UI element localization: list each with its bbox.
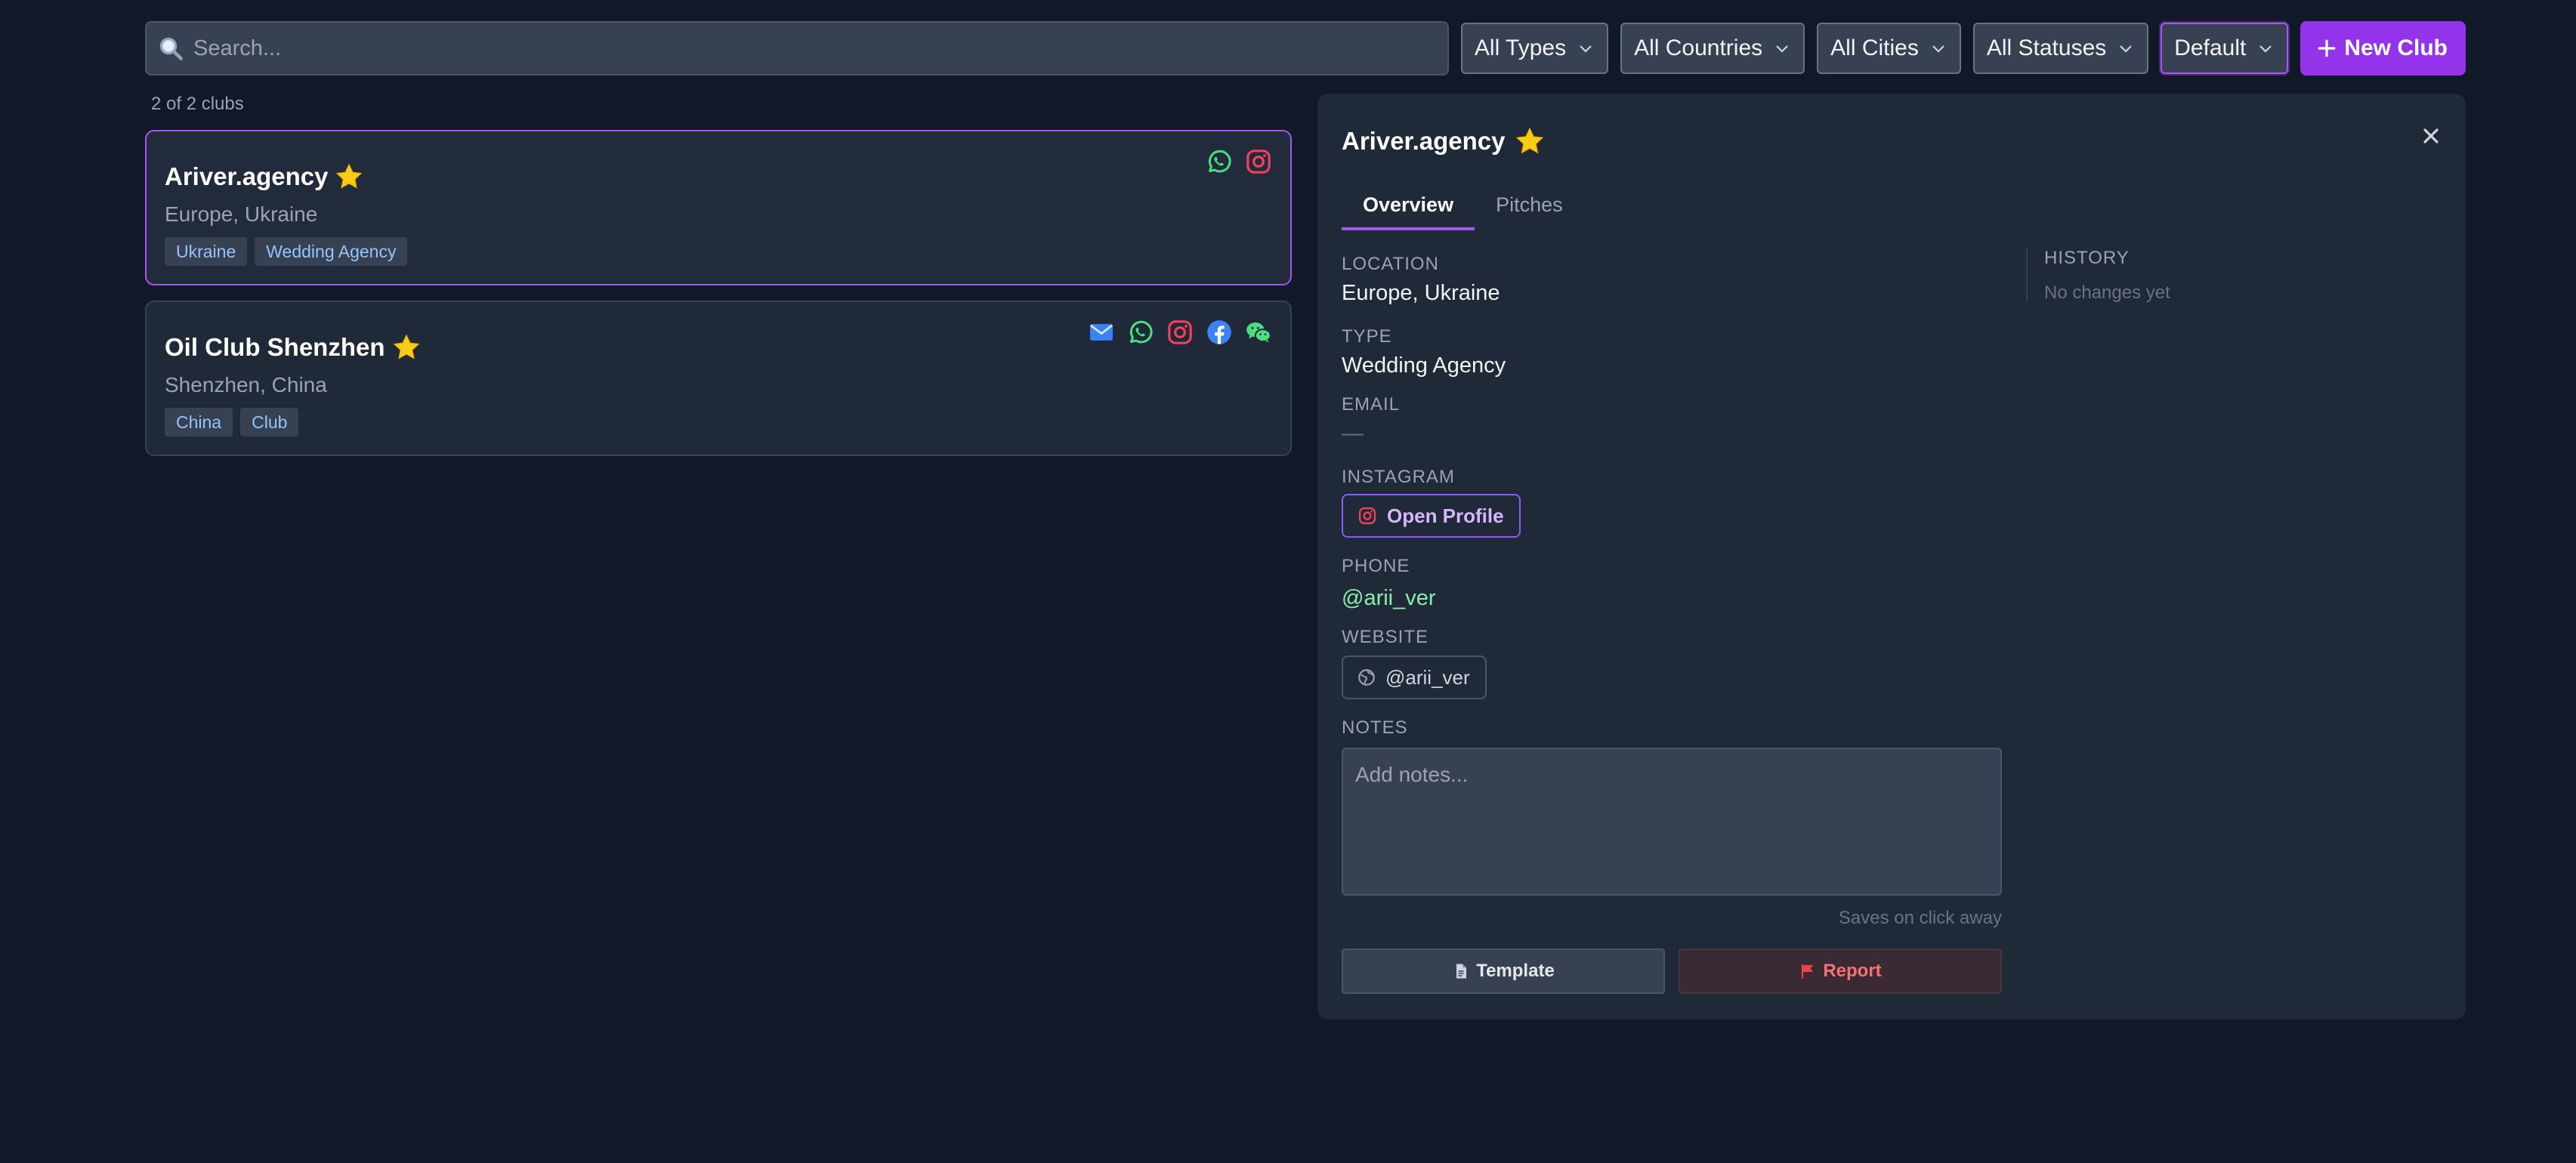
type-filter-label: All Types xyxy=(1474,35,1567,60)
type-filter-select[interactable]: All Types xyxy=(1460,23,1609,74)
tab-pitches[interactable]: Pitches xyxy=(1475,184,1584,230)
chevron-down-icon xyxy=(1776,45,1788,53)
history-label: HISTORY xyxy=(2044,248,2130,268)
country-filter-label: All Countries xyxy=(1634,35,1763,60)
instagram-label: INSTAGRAM xyxy=(1342,467,1455,487)
type-tag: Wedding Agency xyxy=(255,237,408,266)
whatsapp-icon[interactable] xyxy=(1204,147,1234,177)
detail-title-row: Ariver.agency xyxy=(1342,125,1546,157)
country-filter-select[interactable]: All Countries xyxy=(1620,23,1805,74)
email-label: EMAIL xyxy=(1342,394,1401,415)
chevron-down-icon xyxy=(2120,45,2133,53)
website-label: WEBSITE xyxy=(1342,627,1429,647)
email-value: — xyxy=(1342,421,1364,446)
type-value: Wedding Agency xyxy=(1342,353,1506,378)
sort-select[interactable]: Default xyxy=(2161,23,2289,74)
status-filter-select[interactable]: All Statuses xyxy=(1972,23,2149,74)
type-label: TYPE xyxy=(1342,326,1392,347)
star-icon[interactable] xyxy=(391,332,422,362)
tab-overview[interactable]: Overview xyxy=(1342,184,1475,230)
facebook-icon[interactable] xyxy=(1204,317,1234,347)
location-value: Europe, Ukraine xyxy=(1342,281,1500,305)
document-icon xyxy=(1456,964,1467,979)
club-card[interactable]: Ariver.agency Europe, Ukraine Ukraine We… xyxy=(145,130,1292,285)
sort-label: Default xyxy=(2174,35,2247,60)
status-filter-label: All Statuses xyxy=(1986,35,2107,60)
club-tags: China Club xyxy=(165,408,306,437)
location-label: LOCATION xyxy=(1342,254,1439,274)
detail-tabs: Overview Pitches xyxy=(1342,184,1584,230)
chevron-down-icon xyxy=(1932,45,1944,53)
instagram-icon[interactable] xyxy=(1165,317,1195,347)
club-location: Shenzhen, China xyxy=(165,373,327,396)
template-label: Template xyxy=(1476,961,1555,981)
club-name-row: Ariver.agency xyxy=(165,162,364,192)
club-location: Europe, Ukraine xyxy=(165,202,318,226)
toolbar: All Types All Countries All Cities All S… xyxy=(145,21,2466,76)
website-value: @arii_ver xyxy=(1385,665,1470,689)
search-bar xyxy=(145,21,1449,76)
club-name: Ariver.agency xyxy=(165,162,329,190)
search-icon xyxy=(159,37,183,60)
club-tags: Ukraine Wedding Agency xyxy=(165,237,415,266)
detail-panel: Ariver.agency Overview Pitches LOCATION … xyxy=(1317,94,2466,1020)
club-name: Oil Club Shenzhen xyxy=(165,333,385,361)
instagram-icon xyxy=(1358,507,1376,525)
city-filter-select[interactable]: All Cities xyxy=(1817,23,1961,74)
app-root: All Types All Countries All Cities All S… xyxy=(0,0,2576,1163)
wechat-icon[interactable] xyxy=(1243,317,1274,347)
report-label: Report xyxy=(1823,961,1882,981)
country-tag: China xyxy=(165,408,233,437)
result-count: 2 of 2 clubs xyxy=(151,94,244,114)
search-input[interactable] xyxy=(147,22,1447,75)
globe-icon xyxy=(1358,669,1375,686)
phone-label: PHONE xyxy=(1342,556,1410,576)
contact-icons xyxy=(1077,317,1274,347)
phone-value[interactable]: @arii_ver xyxy=(1342,586,1436,611)
history-empty-text: No changes yet xyxy=(2044,282,2170,303)
notes-textarea[interactable] xyxy=(1342,748,2002,896)
plus-icon xyxy=(2318,39,2336,57)
instagram-icon[interactable] xyxy=(1243,147,1274,177)
chevron-down-icon xyxy=(1580,45,1592,53)
contact-icons xyxy=(1195,147,1274,177)
star-icon[interactable] xyxy=(1514,125,1546,157)
type-tag: Club xyxy=(240,408,299,437)
city-filter-label: All Cities xyxy=(1830,35,1919,60)
email-icon[interactable] xyxy=(1086,317,1117,347)
notes-label: NOTES xyxy=(1342,717,1408,738)
report-button[interactable]: Report xyxy=(1679,949,2002,994)
club-name-row: Oil Club Shenzhen xyxy=(165,332,422,362)
open-profile-label: Open Profile xyxy=(1387,504,1504,527)
whatsapp-icon[interactable] xyxy=(1126,317,1156,347)
open-instagram-profile-button[interactable]: Open Profile xyxy=(1342,494,1521,538)
new-club-label: New Club xyxy=(2344,35,2448,60)
chevron-down-icon xyxy=(2259,45,2272,53)
flag-icon xyxy=(1802,964,1814,979)
country-tag: Ukraine xyxy=(165,237,248,266)
detail-title: Ariver.agency xyxy=(1342,127,1506,155)
close-icon[interactable] xyxy=(2419,124,2443,148)
template-button[interactable]: Template xyxy=(1342,949,1665,994)
new-club-button[interactable]: New Club xyxy=(2300,21,2466,76)
history-section: HISTORY No changes yet xyxy=(2026,248,2170,303)
club-card[interactable]: Oil Club Shenzhen Shenzhen, China China … xyxy=(145,301,1292,456)
saves-hint: Saves on click away xyxy=(1838,908,2002,928)
star-icon[interactable] xyxy=(334,162,364,192)
website-link[interactable]: @arii_ver xyxy=(1342,656,1487,699)
